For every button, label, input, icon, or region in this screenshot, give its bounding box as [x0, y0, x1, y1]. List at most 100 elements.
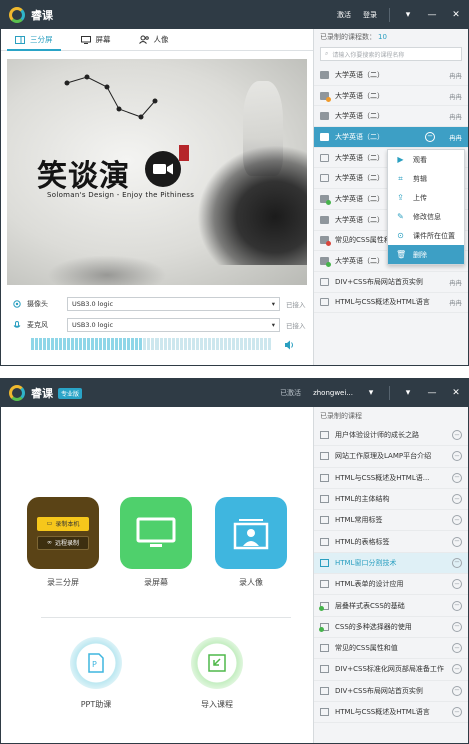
course-row[interactable]: 网站工作原理及LAMP平台介绍 −: [314, 446, 468, 468]
context-menu-item[interactable]: ✎ 修改信息: [388, 207, 464, 226]
close-button[interactable]: ✕: [450, 388, 462, 398]
meter-segment: [231, 338, 235, 350]
course-options-icon[interactable]: −: [452, 430, 462, 441]
ppt-icon: P: [88, 653, 104, 673]
recording-window: 睿课 激活 登录 ▾ — ✕ 三分屏 屏幕 人像 笑谈演 Soloman's D…: [0, 0, 469, 366]
meter-segment: [55, 338, 59, 350]
meter-segment: [103, 338, 107, 350]
course-row[interactable]: HTML与CSS概述及HTML语言 冉冉: [314, 293, 468, 314]
context-menu-item[interactable]: ⊙ 课件所在位置: [388, 226, 464, 245]
course-file-icon: [320, 70, 329, 79]
app-name: 睿课: [31, 387, 53, 400]
meter-segment: [163, 338, 167, 350]
course-row[interactable]: 大学英语（二） − 冉冉: [314, 127, 468, 148]
course-row[interactable]: HTML的表格标签 −: [314, 531, 468, 553]
course-options-icon[interactable]: −: [452, 472, 462, 483]
course-owner: 冉冉: [449, 278, 462, 287]
course-title: DIV+CSS标准化网页部局准备工作: [335, 665, 444, 674]
course-options-icon[interactable]: −: [452, 707, 462, 717]
user-name[interactable]: zhongwei...: [313, 389, 353, 397]
course-options-icon[interactable]: −: [452, 685, 462, 696]
course-row[interactable]: 大学英语（二） 冉冉: [314, 106, 468, 128]
course-file-icon: [320, 257, 331, 268]
record-portrait-tile[interactable]: [215, 497, 287, 569]
course-row[interactable]: 大学英语（二） 冉冉: [314, 86, 468, 107]
options-toggle-icon[interactable]: −: [425, 131, 435, 142]
meter-segment: [43, 338, 47, 350]
course-title: DIV+CSS布局网站首页实例: [335, 686, 423, 695]
meter-segment: [235, 338, 239, 350]
course-title: 大学英语（二）: [335, 91, 384, 100]
minimize-button[interactable]: —: [426, 10, 438, 20]
course-options-icon[interactable]: −: [452, 451, 462, 462]
record-local-button[interactable]: ▭ 录制本机: [37, 516, 89, 531]
course-row[interactable]: 层叠样式表CSS的基础 −: [314, 595, 468, 617]
record-remote-button[interactable]: ∞ 远程录制: [37, 535, 89, 550]
course-row[interactable]: HTML常用标签 −: [314, 510, 468, 532]
close-button[interactable]: ✕: [450, 10, 462, 20]
course-row[interactable]: DIV+CSS标准化网页部局准备工作 −: [314, 659, 468, 681]
activate-link[interactable]: 激活: [337, 10, 351, 20]
microphone-select[interactable]: USB3.0 logic ▾: [67, 318, 280, 332]
course-options-icon[interactable]: −: [452, 515, 462, 526]
course-owner: 冉冉: [449, 92, 462, 101]
meter-segment: [223, 338, 227, 350]
course-options-icon[interactable]: −: [452, 579, 462, 590]
login-link[interactable]: 登录: [363, 10, 377, 20]
meter-segment: [199, 338, 203, 350]
course-row[interactable]: DIV+CSS布局网站首页实例 冉冉: [314, 272, 468, 293]
calligraphy-title: 笑谈演: [37, 159, 130, 194]
tab-screen[interactable]: 屏幕: [67, 29, 125, 50]
course-row[interactable]: HTML与CSS概述及HTML语言 −: [314, 702, 468, 724]
app-logo-icon: [9, 385, 25, 401]
meter-segment: [127, 338, 131, 350]
volume-icon[interactable]: [283, 339, 295, 351]
chevron-down-icon[interactable]: ▾: [402, 10, 414, 20]
course-row[interactable]: HTML窗口分割技术 −: [314, 552, 468, 575]
course-options-icon[interactable]: −: [452, 494, 462, 505]
app-logo-icon: [9, 7, 25, 23]
course-row[interactable]: 大学英语（二） 冉冉: [314, 65, 468, 86]
minimize-button[interactable]: —: [426, 388, 438, 398]
course-row[interactable]: CSS的多种选择器的使用 −: [314, 617, 468, 638]
split-screen-icon: [15, 35, 25, 44]
course-row[interactable]: HTML与CSS概述及HTML语... −: [314, 468, 468, 489]
meter-segment: [207, 338, 211, 350]
course-options-icon[interactable]: −: [452, 621, 462, 632]
course-file-icon: [320, 277, 329, 286]
context-menu-item[interactable]: ⌗ 剪辑: [388, 169, 464, 188]
meter-segment: [255, 338, 259, 350]
course-row[interactable]: HTML表单的设计应用 −: [314, 574, 468, 596]
course-file-icon: [320, 665, 329, 674]
course-options-icon[interactable]: −: [452, 664, 462, 675]
camera-select[interactable]: USB3.0 logic ▾: [67, 297, 280, 311]
context-menu-item[interactable]: ▶ 观看: [388, 150, 464, 169]
course-options-icon[interactable]: −: [452, 643, 462, 654]
course-search[interactable]: ⌕ 请输入你要搜索的课程名称: [320, 47, 462, 61]
chevron-down-icon: ▾: [271, 300, 275, 308]
import-course-button[interactable]: [191, 637, 243, 689]
ppt-assist-button[interactable]: P: [70, 637, 122, 689]
chevron-down-icon[interactable]: ▾: [402, 388, 414, 398]
course-options-icon[interactable]: −: [452, 557, 462, 568]
user-dropdown-icon[interactable]: ▾: [365, 388, 377, 398]
record-screen-tile[interactable]: [120, 497, 192, 569]
tab-portrait[interactable]: 人像: [125, 29, 183, 50]
tab-label: 三分屏: [30, 35, 53, 44]
course-title: HTML表单的设计应用: [335, 580, 404, 589]
meter-segment: [203, 338, 207, 350]
course-file-icon: [319, 622, 329, 632]
course-row[interactable]: DIV+CSS布局网站首页实例 −: [314, 681, 468, 702]
course-options-icon[interactable]: −: [452, 600, 462, 611]
course-panel-header: 已录制的课程数： 10: [314, 29, 468, 45]
context-menu-item[interactable]: ⇪ 上传: [388, 188, 464, 207]
course-row[interactable]: HTML的主体结构 −: [314, 489, 468, 511]
course-row[interactable]: 常见的CSS属性和值 −: [314, 638, 468, 660]
record-split-screen-tile[interactable]: ▭ 录制本机 ∞ 远程录制: [27, 497, 99, 569]
course-file-icon: [320, 174, 329, 183]
video-camera-icon: [145, 151, 181, 187]
tab-split-screen[interactable]: 三分屏: [1, 29, 67, 51]
course-row[interactable]: 用户体验设计师的成长之路 −: [314, 425, 468, 447]
course-options-icon[interactable]: −: [452, 536, 462, 547]
context-menu-item[interactable]: 🗑 删除: [388, 245, 464, 264]
